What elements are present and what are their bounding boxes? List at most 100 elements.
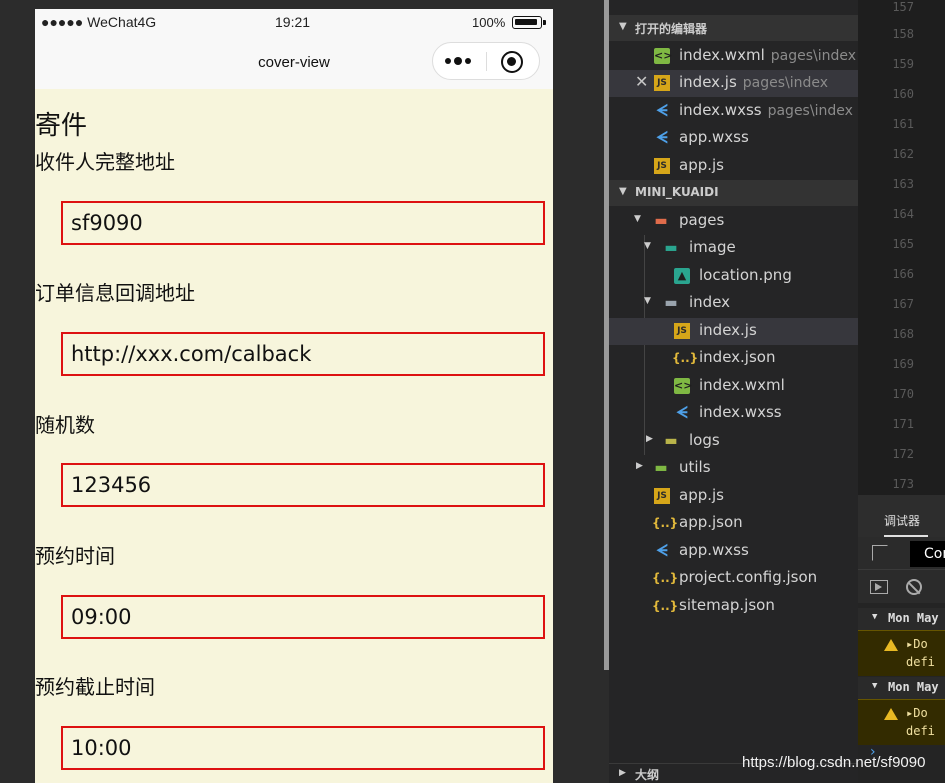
status-bar: ●●●●● WeChat4G 19:21 100% bbox=[35, 9, 553, 37]
tree-file-index-js[interactable]: JS index.js bbox=[609, 318, 858, 345]
chevron-down-icon: ▼ bbox=[619, 21, 627, 32]
line-number: 167 bbox=[892, 297, 914, 311]
line-number: 164 bbox=[892, 207, 914, 221]
page-heading: 寄件 bbox=[35, 111, 88, 141]
tree-folder-pages[interactable]: ▼ ▬ pages bbox=[609, 208, 858, 235]
field-label-appointment-time: 预约时间 bbox=[35, 544, 115, 568]
tree-folder-logs[interactable]: ▶ ▬ logs bbox=[609, 428, 858, 455]
line-number: 160 bbox=[892, 87, 914, 101]
log-group-header[interactable]: ▼ Mon May bbox=[858, 608, 945, 630]
chevron-right-icon: ▶ bbox=[636, 461, 643, 471]
js-file-icon: JS bbox=[674, 323, 690, 339]
line-number: 161 bbox=[892, 117, 914, 131]
code-editor[interactable]: 157 158 159 160 161 162 163 164 165 166 … bbox=[858, 0, 945, 495]
field-input-callback[interactable]: http://xxx.com/calback bbox=[61, 332, 545, 376]
field-input-random[interactable]: 123456 bbox=[61, 463, 545, 507]
tree-file-location-png[interactable]: ▲ location.png bbox=[609, 263, 858, 290]
css-file-icon: ᗕ bbox=[656, 101, 668, 120]
chevron-down-icon: ▼ bbox=[872, 681, 878, 691]
sidebar-toggle-icon[interactable] bbox=[870, 580, 888, 594]
field-label-random: 随机数 bbox=[35, 413, 95, 437]
open-editor-item-active[interactable]: ✕ JS index.js pages\index bbox=[609, 70, 858, 97]
tree-file-project-config[interactable]: {..} project.config.json bbox=[609, 565, 858, 592]
battery-percentage: 100% bbox=[472, 15, 506, 30]
debugger-panel: 调试器 Con ▼ Mon May ▸Do defi ▼ Mon May ▸Do… bbox=[858, 495, 945, 783]
warning-icon bbox=[884, 639, 898, 651]
line-number: 169 bbox=[892, 357, 914, 371]
json-file-icon: {..} bbox=[652, 516, 679, 530]
line-number: 171 bbox=[892, 417, 914, 431]
chevron-down-icon: ▼ bbox=[644, 296, 651, 306]
css-file-icon: ᗕ bbox=[656, 541, 668, 560]
clear-console-icon[interactable] bbox=[906, 579, 922, 595]
tree-file-sitemap[interactable]: {..} sitemap.json bbox=[609, 593, 858, 620]
wxml-file-icon: <> bbox=[654, 48, 673, 64]
js-file-icon: JS bbox=[654, 158, 670, 174]
line-number: 157 bbox=[892, 0, 914, 14]
open-editor-item[interactable]: ᗕ index.wxss pages\index bbox=[609, 98, 858, 125]
open-editor-item[interactable]: <> index.wxml pages\index bbox=[609, 43, 858, 70]
tree-file-index-wxss[interactable]: ᗕ index.wxss bbox=[609, 400, 858, 427]
json-file-icon: {..} bbox=[652, 571, 679, 585]
tab-console[interactable]: Con bbox=[910, 541, 945, 567]
chevron-down-icon: ▼ bbox=[634, 214, 641, 224]
css-file-icon: ᗕ bbox=[656, 128, 668, 147]
field-input-address[interactable]: sf9090 bbox=[61, 201, 545, 245]
folder-icon: ▬ bbox=[664, 433, 678, 449]
folder-icon: ▬ bbox=[664, 240, 678, 256]
json-file-icon: {..} bbox=[672, 351, 699, 365]
phone-simulator: ●●●●● WeChat4G 19:21 100% cover-view 寄件 … bbox=[35, 9, 553, 783]
js-file-icon: JS bbox=[654, 75, 670, 91]
chevron-right-icon: ▶ bbox=[646, 434, 653, 444]
tree-file-index-json[interactable]: {..} index.json bbox=[609, 345, 858, 372]
battery-icon bbox=[512, 16, 546, 29]
close-miniprogram-icon[interactable] bbox=[501, 51, 523, 73]
open-editor-item[interactable]: ᗕ app.wxss bbox=[609, 125, 858, 152]
tree-file-app-json[interactable]: {..} app.json bbox=[609, 510, 858, 537]
line-number: 158 bbox=[892, 27, 914, 41]
folder-icon: ▬ bbox=[664, 295, 678, 311]
line-number: 162 bbox=[892, 147, 914, 161]
field-input-appointment-deadline[interactable]: 10:00 bbox=[61, 726, 545, 770]
field-label-callback: 订单信息回调地址 bbox=[35, 281, 195, 305]
tree-file-app-wxss[interactable]: ᗕ app.wxss bbox=[609, 538, 858, 565]
capsule-divider bbox=[486, 52, 487, 71]
line-number: 173 bbox=[892, 477, 914, 491]
warning-message: ▸Do defi bbox=[858, 699, 945, 745]
devtools-toolbar: Con bbox=[858, 537, 945, 569]
chevron-down-icon: ▼ bbox=[619, 186, 627, 197]
open-editor-item[interactable]: JS app.js bbox=[609, 153, 858, 180]
debugger-tabbar: 调试器 bbox=[858, 495, 945, 537]
log-group-header[interactable]: ▼ Mon May bbox=[858, 677, 945, 699]
project-header[interactable]: ▼ MINI_KUAIDI bbox=[609, 180, 858, 206]
navigation-bar: cover-view bbox=[35, 37, 553, 89]
tree-folder-utils[interactable]: ▶ ▬ utils bbox=[609, 455, 858, 482]
console-toolbar bbox=[858, 569, 945, 603]
tree-file-app-js[interactable]: JS app.js bbox=[609, 483, 858, 510]
tree-folder-index[interactable]: ▼ ▬ index bbox=[609, 290, 858, 317]
watermark: https://blog.csdn.net/sf9090 bbox=[742, 754, 926, 771]
open-editors-header[interactable]: ▼ 打开的编辑器 bbox=[609, 15, 858, 41]
line-number: 168 bbox=[892, 327, 914, 341]
chevron-right-icon: ▶ bbox=[619, 768, 626, 778]
folder-icon: ▬ bbox=[654, 460, 668, 476]
line-number: 159 bbox=[892, 57, 914, 71]
chevron-down-icon: ▼ bbox=[872, 612, 878, 622]
close-icon[interactable]: ✕ bbox=[635, 72, 648, 91]
line-number: 166 bbox=[892, 267, 914, 281]
js-file-icon: JS bbox=[654, 488, 670, 504]
chevron-down-icon: ▼ bbox=[644, 241, 651, 251]
css-file-icon: ᗕ bbox=[676, 403, 688, 422]
field-input-appointment-time[interactable]: 09:00 bbox=[61, 595, 545, 639]
more-dots-icon[interactable] bbox=[445, 57, 471, 65]
tree-folder-image[interactable]: ▼ ▬ image bbox=[609, 235, 858, 262]
tree-file-index-wxml[interactable]: <> index.wxml bbox=[609, 373, 858, 400]
json-file-icon: {..} bbox=[652, 599, 679, 613]
image-file-icon: ▲ bbox=[674, 268, 690, 284]
field-label-address: 收件人完整地址 bbox=[35, 150, 175, 174]
status-time: 19:21 bbox=[275, 14, 311, 30]
carrier-label: ●●●●● WeChat4G bbox=[41, 14, 157, 30]
inspect-element-icon[interactable] bbox=[872, 545, 888, 561]
tab-debugger[interactable]: 调试器 bbox=[884, 512, 920, 529]
simulator-gutter bbox=[553, 0, 605, 783]
